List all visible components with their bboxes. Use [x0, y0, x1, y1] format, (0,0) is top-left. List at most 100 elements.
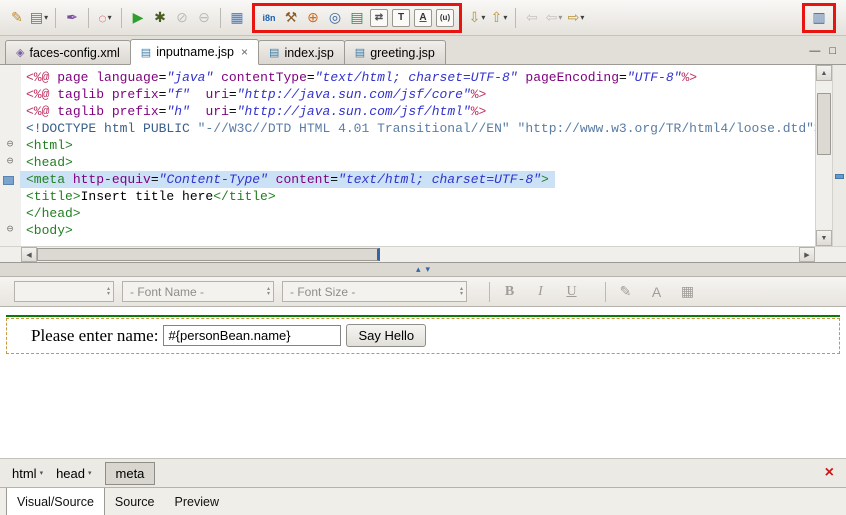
hscroll-track[interactable] — [37, 247, 799, 262]
maximize-icon[interactable]: □ — [829, 46, 836, 57]
code-line[interactable]: </head> — [0, 205, 815, 222]
suspend-icon[interactable]: ⊖ — [193, 7, 215, 29]
minimize-icon[interactable]: — — [809, 46, 820, 57]
run-icon[interactable]: ▶ — [127, 7, 149, 29]
dropdown-arrow-icon[interactable]: ▾ — [503, 13, 507, 22]
dropdown-arrow-icon[interactable]: ▾ — [44, 13, 48, 22]
new-wizard-icon[interactable]: ✎ — [6, 7, 28, 29]
repair-hammer-icon[interactable]: ⚒ — [280, 7, 302, 29]
scroll-up-icon[interactable]: ▲ — [816, 65, 832, 81]
main-toolbar: ✎▤▾ ✒ ◌▾ ▶✱⊘⊖ ▦ i8n⚒⊕◎▤⇄TA(u) ⇩▾⇧▾ ⇦⇦▾⇨▾ ▥ — [0, 0, 846, 36]
code-line[interactable]: <%@ taglib prefix="h" uri="http://java.s… — [0, 103, 815, 120]
horizontal-scrollbar[interactable]: ◀ ▶ — [0, 246, 846, 262]
selection-bar-item-html[interactable]: html▾ — [12, 466, 43, 481]
font-color-icon[interactable]: A — [645, 281, 668, 303]
import-resource-icon[interactable]: ▤ — [346, 7, 368, 29]
spinner-icon[interactable]: ▴▾ — [267, 287, 270, 297]
page-tab-preview[interactable]: Preview — [165, 488, 229, 515]
scroll-down-icon[interactable]: ▼ — [816, 230, 832, 246]
scroll-left-icon[interactable]: ◀ — [21, 247, 37, 262]
selection-bar-item-meta[interactable]: meta — [105, 462, 156, 485]
previous-annotation-icon[interactable]: ⇧▾ — [488, 7, 510, 29]
spinner-icon[interactable]: ▴▾ — [460, 287, 463, 297]
italic-button[interactable]: I — [529, 281, 552, 303]
toolbar-group: ⇩▾⇧▾ ⇦⇦▾⇨▾ — [466, 7, 587, 29]
highlight-color-icon[interactable]: ✎ — [614, 281, 637, 303]
unicode-tile-icon[interactable]: (u) — [436, 9, 454, 27]
insert-table-icon[interactable]: ▦ — [676, 281, 699, 303]
code-line[interactable]: <meta http-equiv="Content-Type" content=… — [0, 171, 815, 188]
gutter-cell — [0, 86, 20, 103]
swap-tile-icon[interactable]: ⇄ — [370, 9, 388, 27]
name-input[interactable] — [163, 325, 341, 346]
debug-icon[interactable]: ✱ — [149, 7, 171, 29]
page-tab-visual-source[interactable]: Visual/Source — [6, 488, 105, 515]
fold-toggle-icon[interactable]: ⊖ — [0, 154, 20, 171]
bold-button[interactable]: B — [498, 281, 521, 303]
pane-splitter[interactable]: ▴ ▾ — [0, 263, 846, 277]
web-refresh-icon[interactable]: ⊕ — [302, 7, 324, 29]
spinner-icon[interactable]: ▴▾ — [107, 287, 110, 297]
vscroll-thumb[interactable] — [817, 93, 831, 156]
sash-down-icon[interactable]: ▾ — [426, 265, 431, 274]
say-hello-button[interactable]: Say Hello — [346, 324, 426, 347]
selection-bar-item-head[interactable]: head▾ — [56, 466, 91, 481]
editor-tab-index-jsp[interactable]: ▤index.jsp — [258, 40, 345, 64]
highlighted-toolbar-group: ▥ — [802, 3, 836, 33]
record-icon[interactable]: ◌▾ — [94, 7, 116, 29]
back-icon[interactable]: ⇦▾ — [543, 7, 565, 29]
scroll-right-icon[interactable]: ▶ — [799, 247, 815, 262]
editor-tab-greeting-jsp[interactable]: ▤greeting.jsp — [344, 40, 446, 64]
annotation-marker[interactable] — [835, 174, 844, 179]
close-selection-bar-icon[interactable]: × — [825, 465, 834, 481]
visual-editor-pane[interactable]: Please enter name: Say Hello — [0, 307, 846, 459]
editor-tab-faces-config-xml[interactable]: ◈faces-config.xml — [5, 40, 131, 64]
dropdown-arrow-icon[interactable]: ▾ — [108, 13, 112, 22]
hscroll-thumb[interactable] — [37, 248, 380, 261]
chevron-down-icon[interactable]: ▾ — [88, 469, 92, 477]
underline-button[interactable]: U — [560, 281, 583, 303]
paintbrush-icon[interactable]: ✒ — [61, 7, 83, 29]
text-tile-icon[interactable]: T — [392, 9, 410, 27]
code-line[interactable]: ⊖<head> — [0, 154, 815, 171]
skip-breakpoints-icon[interactable]: ⊘ — [171, 7, 193, 29]
vertical-scrollbar[interactable]: ▲ ▼ — [815, 65, 832, 246]
overview-ruler — [832, 65, 846, 246]
show-selection-bar-icon[interactable]: ▥ — [808, 7, 830, 29]
form-outline: Please enter name: Say Hello — [6, 318, 840, 354]
page-tab-source[interactable]: Source — [105, 488, 165, 515]
chevron-down-icon[interactable]: ▾ — [40, 469, 44, 477]
source-editor-main: <%@ page language="java" contentType="te… — [0, 65, 846, 246]
code-line[interactable]: <%@ taglib prefix="f" uri="http://java.s… — [0, 86, 815, 103]
tab-label: greeting.jsp — [370, 46, 435, 60]
close-tab-icon[interactable]: × — [241, 45, 248, 59]
gutter-cell — [0, 69, 20, 86]
code-area[interactable]: <%@ page language="java" contentType="te… — [0, 65, 815, 246]
code-line[interactable]: <%@ page language="java" contentType="te… — [0, 69, 815, 86]
block-format-select[interactable]: ▴▾ — [14, 281, 114, 302]
font-size-select[interactable]: - Font Size - ▴▾ — [282, 281, 467, 302]
open-file-icon[interactable]: ▤▾ — [28, 7, 50, 29]
palette-grid-icon[interactable]: ▦ — [226, 7, 248, 29]
find-page-icon[interactable]: ◎ — [324, 7, 346, 29]
spellcheck-tile-icon[interactable]: A — [414, 9, 432, 27]
toolbar-separator — [489, 282, 490, 302]
code-line[interactable]: ⊖<body> — [0, 222, 815, 239]
i18n-icon[interactable]: i8n — [258, 7, 280, 29]
code-line[interactable]: <!DOCTYPE html PUBLIC "-//W3C//DTD HTML … — [0, 120, 815, 137]
dropdown-arrow-icon[interactable]: ▾ — [580, 13, 584, 22]
sash-up-icon[interactable]: ▴ — [416, 265, 421, 274]
vscroll-track[interactable] — [816, 81, 832, 230]
code-line[interactable]: ⊖<html> — [0, 137, 815, 154]
fold-toggle-icon[interactable]: ⊖ — [0, 137, 20, 154]
dropdown-arrow-icon[interactable]: ▾ — [481, 13, 485, 22]
code-line[interactable]: <title>Insert title here</title> — [0, 188, 815, 205]
forward-icon[interactable]: ⇨▾ — [565, 7, 587, 29]
font-name-select[interactable]: - Font Name - ▴▾ — [122, 281, 274, 302]
editor-tab-inputname-jsp[interactable]: ▤inputname.jsp× — [130, 39, 259, 65]
fold-toggle-icon[interactable]: ⊖ — [0, 222, 20, 239]
dropdown-arrow-icon[interactable]: ▾ — [558, 13, 562, 22]
last-edit-location-icon[interactable]: ⇦ — [521, 7, 543, 29]
enter-name-label: Please enter name: — [31, 326, 158, 346]
next-annotation-icon[interactable]: ⇩▾ — [466, 7, 488, 29]
